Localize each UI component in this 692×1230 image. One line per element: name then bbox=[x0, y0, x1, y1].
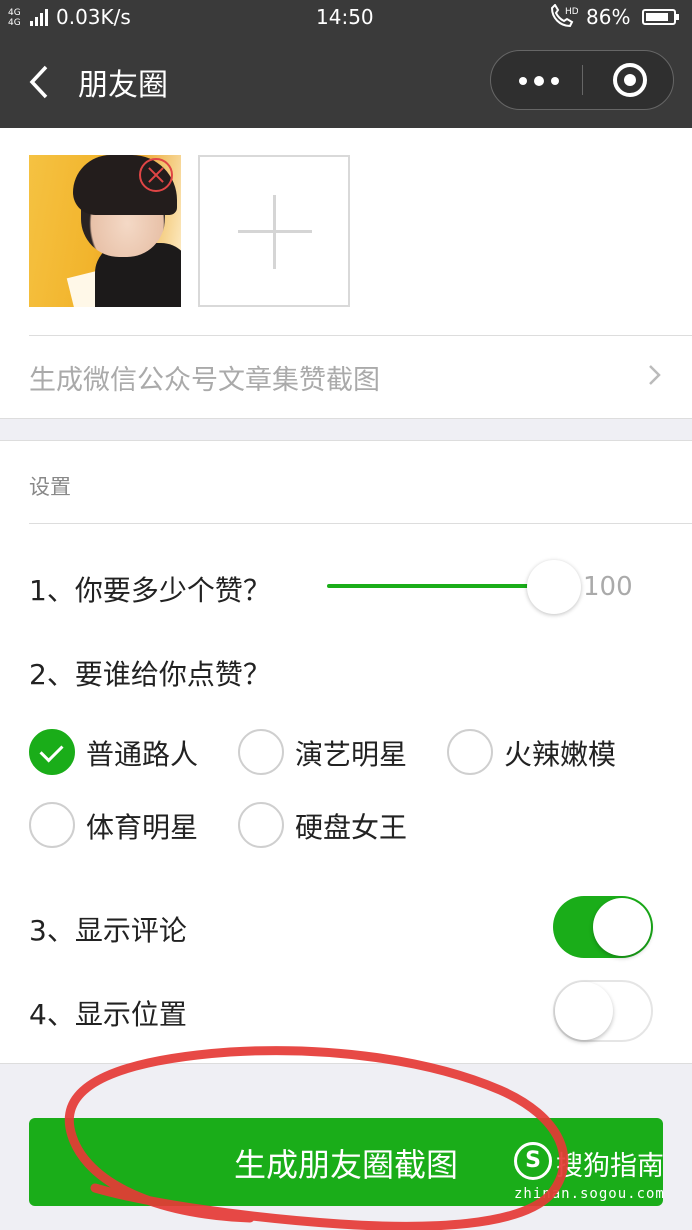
radio-label[interactable]: 体育明星 bbox=[86, 806, 198, 846]
settings-title: 设置 bbox=[29, 475, 71, 499]
watermark-url: zhinan.sogou.com bbox=[514, 1186, 665, 1202]
radio-option[interactable] bbox=[238, 729, 284, 775]
question-likes-count: 1、你要多少个赞？ bbox=[29, 574, 271, 607]
article-link-label: 生成微信公众号文章集赞截图 bbox=[29, 365, 380, 396]
article-screenshot-link[interactable]: 生成微信公众号文章集赞截图 bbox=[29, 336, 692, 418]
signal-icon bbox=[30, 8, 50, 26]
plus-icon[interactable] bbox=[198, 155, 350, 307]
show-comments-toggle[interactable] bbox=[553, 896, 653, 958]
chevron-right-icon bbox=[648, 364, 662, 386]
radio-option[interactable] bbox=[238, 802, 284, 848]
sogou-logo-icon: S bbox=[514, 1142, 552, 1180]
radio-option[interactable] bbox=[447, 729, 493, 775]
likes-value: 100 bbox=[583, 572, 633, 602]
radio-label[interactable]: 硬盘女王 bbox=[295, 806, 407, 846]
battery-percent: 86% bbox=[586, 5, 631, 29]
clock: 14:50 bbox=[316, 5, 374, 29]
likes-slider-track[interactable] bbox=[327, 584, 553, 588]
divider bbox=[29, 523, 692, 524]
battery-icon bbox=[642, 9, 679, 25]
chevron-left-icon[interactable] bbox=[26, 64, 56, 100]
radio-label[interactable]: 演艺明星 bbox=[295, 733, 407, 773]
page-title: 朋友圈 bbox=[78, 68, 168, 103]
radio-label[interactable]: 普通路人 bbox=[86, 733, 198, 773]
question-show-location: 4、显示位置 bbox=[29, 998, 187, 1031]
nav-bar: 朋友圈 bbox=[0, 36, 692, 128]
question-show-comments: 3、显示评论 bbox=[29, 914, 187, 947]
radio-option[interactable] bbox=[29, 729, 75, 775]
toggle-knob bbox=[555, 982, 613, 1040]
mini-program-capsule bbox=[490, 50, 674, 110]
settings-section: 设置 1、你要多少个赞？ 100 2、要谁给你点赞？ 普通路人 演艺明星 火辣嫩… bbox=[0, 440, 692, 1064]
network-type: 4G 4G bbox=[8, 8, 21, 28]
likes-slider-thumb[interactable] bbox=[527, 560, 581, 614]
radio-label[interactable]: 火辣嫩模 bbox=[504, 733, 616, 773]
photo-section: 生成微信公众号文章集赞截图 bbox=[0, 128, 692, 419]
hd-call-icon: HD bbox=[548, 3, 579, 35]
more-dots-icon[interactable] bbox=[515, 69, 565, 91]
question-who-likes: 2、要谁给你点赞？ bbox=[29, 658, 271, 691]
network-speed: 0.03K/s bbox=[56, 5, 131, 29]
capsule-divider bbox=[582, 65, 583, 95]
radio-option[interactable] bbox=[29, 802, 75, 848]
show-location-toggle[interactable] bbox=[553, 980, 653, 1042]
close-circle-icon[interactable] bbox=[139, 158, 173, 192]
watermark-text: 搜狗指南 bbox=[556, 1151, 664, 1182]
svg-text:HD: HD bbox=[565, 7, 578, 17]
toggle-knob bbox=[593, 898, 651, 956]
status-bar: 4G 4G 0.03K/s 14:50 HD 86% bbox=[0, 0, 692, 36]
target-circle-icon[interactable] bbox=[613, 63, 647, 97]
